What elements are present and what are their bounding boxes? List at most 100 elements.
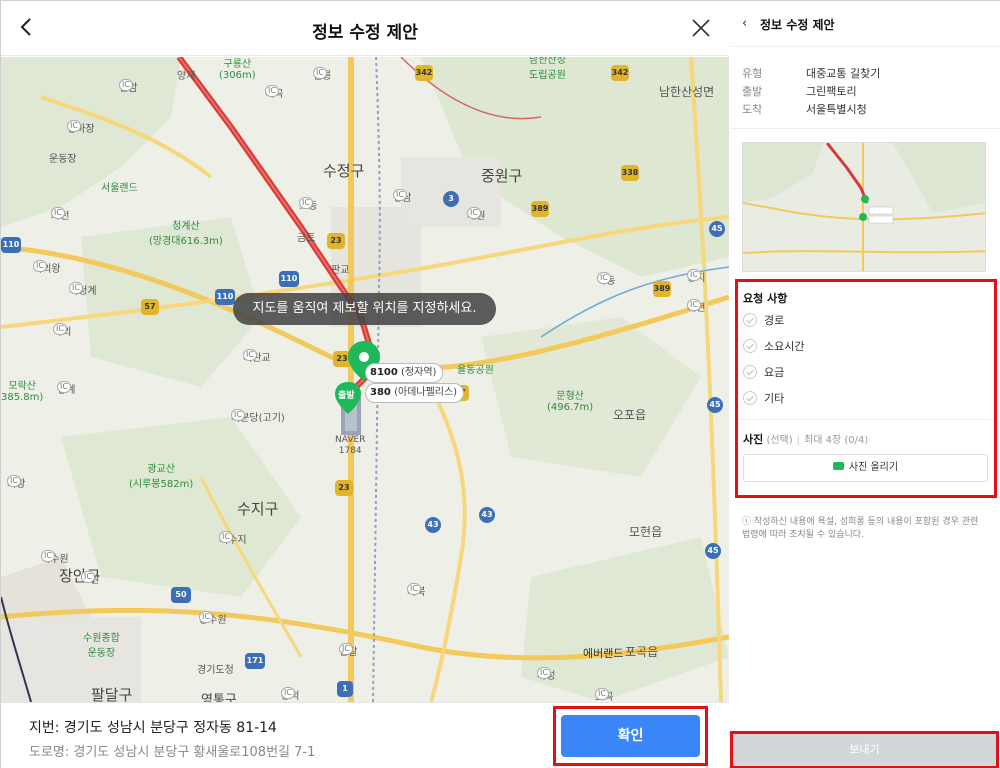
ic-label: 운동장 — [49, 154, 77, 165]
map-dialog: 정보 수정 제안 수정구 중원구 수지구 장안구 팔달구 오포읍 모현읍 포곡읍… — [1, 1, 729, 768]
ic-label: IC 내곡 — [265, 85, 283, 100]
ic-label: IC 경마장 — [67, 120, 95, 135]
close-icon[interactable] — [687, 14, 715, 42]
ic-label: IC 장지 — [687, 269, 705, 284]
ic-label: 금토 — [297, 233, 316, 244]
map-canvas[interactable]: 수정구 중원구 수지구 장안구 팔달구 오포읍 모현읍 포곡읍 남한산성면 영통… — [1, 57, 729, 702]
ic-label: IC 서수지 — [219, 531, 247, 546]
ic-label: IC 과천 — [51, 207, 69, 222]
park-label: 문형산 (496.7m) — [547, 391, 594, 413]
road-shield: 342 — [415, 65, 433, 81]
ic-label: IC 대원 — [467, 207, 485, 222]
start-marker[interactable]: 출발 — [334, 381, 362, 415]
park-label: 남한산성 도립공원 — [529, 57, 566, 81]
info-row: 유형 대중교통 길찾기 — [742, 67, 881, 80]
send-button[interactable]: 보내기 — [733, 734, 996, 766]
divider — [738, 419, 994, 420]
option-other[interactable]: 기타 — [743, 390, 784, 406]
park-label: 서울랜드 — [101, 183, 138, 194]
check-icon — [743, 365, 757, 379]
thumbnail-map — [743, 143, 985, 271]
district-label: 포곡읍 — [625, 645, 659, 659]
road-shield: 3 — [443, 191, 459, 207]
dialog-header: 정보 수정 제안 — [1, 1, 729, 56]
district-label: 영통구 — [201, 693, 237, 702]
photo-label: 사진 (선택) | 최대 4장 (0/4) — [743, 433, 869, 446]
ic-label: IC 성남 — [393, 189, 411, 204]
district-label: 수지구 — [237, 500, 279, 518]
road-shield: 45 — [707, 397, 723, 413]
district-label: 오포읍 — [613, 408, 647, 422]
park-label: 에버랜드 — [583, 647, 624, 660]
road-shield: 171 — [245, 653, 265, 669]
ic-label: IC 직동 — [597, 272, 615, 287]
option-route[interactable]: 경로 — [743, 312, 784, 328]
park-label: 구룡산 (306m) — [219, 59, 256, 81]
map-thumbnail[interactable] — [742, 142, 986, 272]
option-time[interactable]: 소요시간 — [743, 338, 804, 354]
request-section: 요청 사항 경로 소요시간 요금 기타 사진 (선택) | 최대 4장 (0/4) … — [735, 279, 997, 498]
road-shield: 342 — [611, 65, 629, 81]
ic-label: IC 북청계 — [69, 282, 97, 297]
park-label: 광교산 (시루봉582m) — [129, 464, 194, 490]
road-shield: 43 — [479, 507, 495, 523]
ic-label: IC 헌릉 — [313, 67, 331, 82]
panel-title: 정보 수정 제안 — [760, 18, 835, 32]
road-shield: 389 — [653, 281, 671, 297]
notice-text: ⓘ 작성하신 내용에 욕설, 성희롱 등의 내용이 포함된 경우 관련 법령에 … — [742, 517, 979, 540]
request-heading: 요청 사항 — [743, 292, 788, 305]
info-row: 도착 서울특별시청 — [742, 103, 867, 116]
ic-label: IC 동수원 — [199, 611, 227, 626]
app-window: 정보 수정 제안 수정구 중원구 수지구 장안구 팔달구 오포읍 모현읍 포곡읍… — [0, 0, 1000, 768]
ic-label: IC 선암 — [119, 79, 137, 94]
start-label: 출발 — [338, 391, 355, 401]
option-fare[interactable]: 요금 — [743, 364, 784, 380]
highlight-box: 확인 — [553, 706, 708, 766]
ic-label: 판교 — [331, 265, 350, 276]
ic-label: IC 서판교 — [243, 349, 271, 364]
ic-label: IC 의왕 — [7, 475, 25, 490]
ic-label: IC 마북 — [407, 583, 425, 598]
poi-label: NAVER 1784 — [335, 435, 366, 456]
road-shield: 389 — [531, 201, 549, 217]
check-icon — [743, 391, 757, 405]
ic-label: IC 조원 — [81, 571, 99, 586]
park-label: 청계산 (망경대616.3m) — [149, 221, 223, 247]
road-shield: 45 — [709, 221, 725, 237]
route-info: 유형 대중교통 길찾기 출발 그린팩토리 도착 서울특별시청 — [730, 47, 1000, 129]
road-shield: 1 — [337, 681, 353, 697]
ic-label: IC 마성 — [537, 667, 555, 682]
upload-photo-button[interactable]: 사진 올리기 — [743, 454, 988, 482]
confirm-button[interactable]: 확인 — [561, 715, 700, 757]
check-icon — [743, 339, 757, 353]
back-chevron-icon[interactable]: ‹ — [742, 16, 747, 31]
hint-toast: 지도를 움직여 제보할 위치를 지정하세요. — [233, 293, 496, 325]
road-shield: 23 — [335, 480, 353, 496]
ic-label: IC 포곡 — [595, 688, 613, 702]
park-label: 수원종합 운동장 — [83, 633, 120, 659]
park-label: 율동공원 — [457, 365, 494, 376]
ic-label: 경기도청 — [197, 665, 234, 676]
ic-label: JC 신갈 — [339, 643, 357, 658]
ic-label: IC 북의왕 — [33, 260, 61, 275]
highlight-box: 보내기 — [730, 731, 999, 768]
road-shield: 338 — [621, 165, 639, 181]
dialog-title: 정보 수정 제안 — [312, 23, 418, 43]
road-shield: 110 — [279, 271, 299, 287]
road-shield: 110 — [1, 237, 21, 253]
road-shield: 57 — [141, 299, 159, 315]
road-shield: 43 — [425, 517, 441, 533]
bus-stop-tag[interactable]: 8100 (정자역) — [365, 363, 444, 383]
jibun-address: 지번: 경기도 성남시 분당구 정자동 81-14 — [29, 720, 277, 736]
district-label: 모현읍 — [629, 525, 663, 539]
ic-label: IC 학의 — [53, 323, 71, 338]
info-row: 출발 그린팩토리 — [742, 85, 857, 98]
ic-label: IC 흥덕 — [281, 687, 299, 702]
ic-label: IC 고등 — [299, 197, 317, 212]
suggest-panel: ‹ 정보 수정 제안 유형 대중교통 길찾기 출발 그린팩토리 도착 서울특별시청 — [730, 1, 1000, 768]
district-label: 수정구 — [323, 162, 365, 180]
ic-label: IC 청계 — [57, 381, 75, 396]
bus-stop-tag[interactable]: 380 (아데나펠리스) — [365, 383, 465, 403]
panel-header: ‹ 정보 수정 제안 — [730, 1, 1000, 47]
road-shield: 110 — [215, 289, 235, 305]
